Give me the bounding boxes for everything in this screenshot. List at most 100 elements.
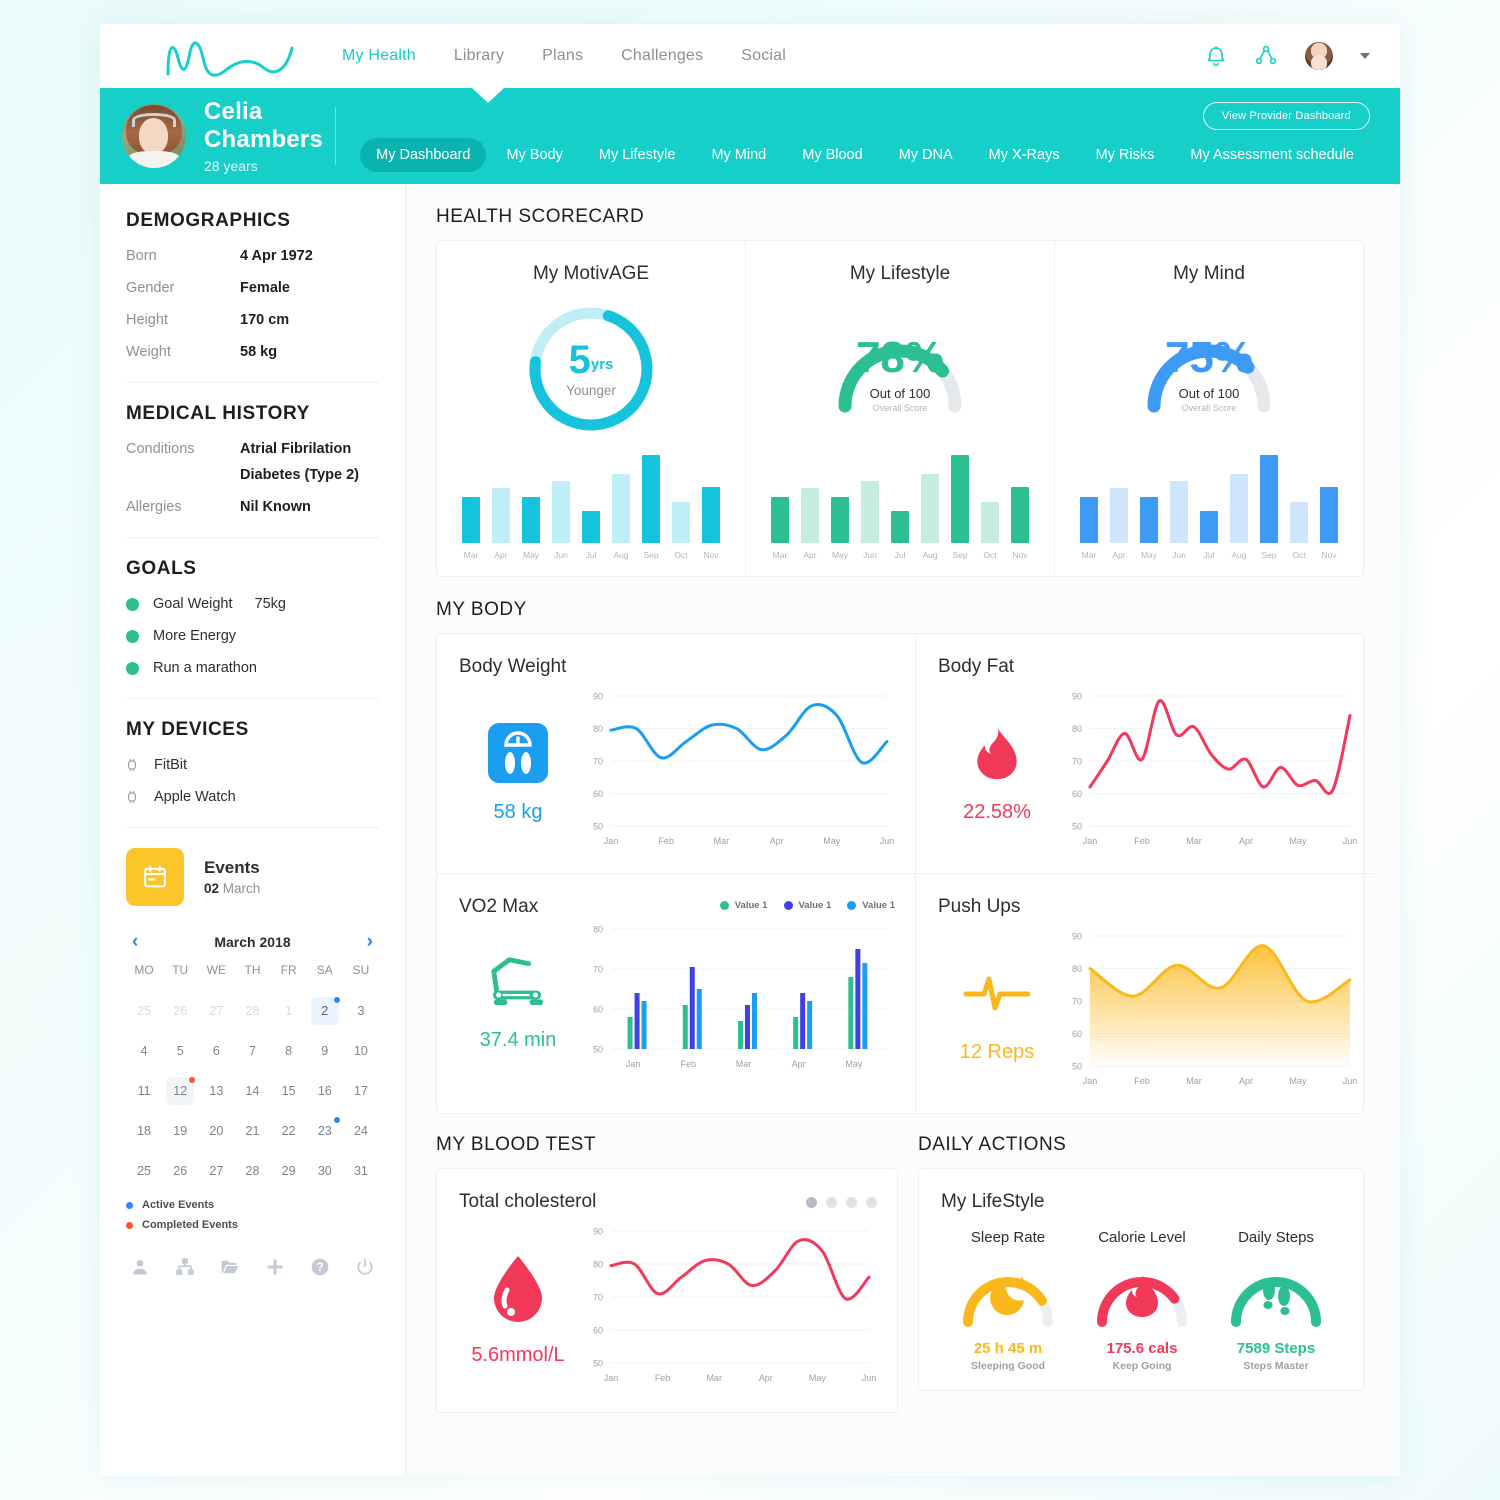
pager-dot[interactable]	[806, 1196, 817, 1208]
device-item-fitbit[interactable]: FitBit	[126, 757, 379, 773]
calendar-day[interactable]: 23	[307, 1111, 343, 1151]
nav-library[interactable]: Library	[454, 47, 504, 65]
tab-my-mind[interactable]: My Mind	[695, 138, 782, 172]
tab-my-dna[interactable]: My DNA	[883, 138, 969, 172]
sitemap-icon[interactable]	[175, 1257, 195, 1277]
pager-dot[interactable]	[866, 1196, 877, 1208]
divider	[126, 827, 379, 828]
user-icon[interactable]	[130, 1257, 150, 1277]
header-actions	[1204, 41, 1370, 71]
calendar-day[interactable]: 14	[234, 1071, 270, 1111]
bar	[921, 474, 939, 543]
calendar-day[interactable]: 18	[126, 1111, 162, 1151]
calendar-day[interactable]: 25	[126, 1151, 162, 1191]
calendar-day[interactable]: 29	[271, 1151, 307, 1191]
device-item-apple-watch[interactable]: Apple Watch	[126, 789, 379, 805]
daily-actions-section: DAILY ACTIONS My LifeStyle Sleep Rate 25…	[918, 1134, 1364, 1413]
calendar-next-button[interactable]: ›	[367, 932, 373, 951]
calendar-day[interactable]: 28	[234, 1151, 270, 1191]
tab-my-dashboard[interactable]: My Dashboard	[360, 138, 487, 172]
svg-text:80: 80	[1072, 964, 1082, 974]
x-tick-label: May	[831, 550, 849, 560]
nav-plans[interactable]: Plans	[542, 47, 583, 65]
calendar-day[interactable]: 28	[234, 991, 270, 1031]
calendar-icon	[126, 848, 184, 906]
calendar-day[interactable]: 22	[271, 1111, 307, 1151]
calendar-day[interactable]: 8	[271, 1031, 307, 1071]
power-icon[interactable]	[355, 1257, 375, 1277]
my-devices-heading: MY DEVICES	[126, 719, 249, 740]
calendar-day[interactable]: 1	[271, 991, 307, 1031]
daily-actions-heading: DAILY ACTIONS	[918, 1134, 1067, 1155]
events-date-month: March	[222, 881, 261, 896]
goal-label: More Energy	[153, 628, 237, 644]
calendar-day[interactable]: 16	[307, 1071, 343, 1111]
share-icon[interactable]	[1254, 44, 1278, 68]
plus-icon[interactable]	[265, 1257, 285, 1277]
legend-item[interactable]: Value 1	[783, 900, 831, 911]
tab-my-assessment-schedule[interactable]: My Assessment schedule	[1174, 138, 1370, 172]
weekday-label: SU	[352, 963, 370, 977]
x-tick-label: May	[1140, 550, 1158, 560]
calendar-day[interactable]: 24	[343, 1111, 379, 1151]
calendar-day[interactable]: 5	[162, 1031, 198, 1071]
nav-social[interactable]: Social	[741, 47, 786, 65]
sub-nav: My Dashboard My Body My Lifestyle My Min…	[360, 138, 1370, 172]
folder-icon[interactable]	[220, 1257, 240, 1277]
svg-text:70: 70	[593, 1293, 603, 1303]
calendar-day[interactable]: 25	[126, 991, 162, 1031]
calendar-day[interactable]: 10	[343, 1031, 379, 1071]
calendar-day[interactable]: 15	[271, 1071, 307, 1111]
calendar-day[interactable]: 6	[198, 1031, 234, 1071]
calendar-day[interactable]: 27	[198, 1151, 234, 1191]
view-provider-dashboard-button[interactable]: View Provider Dashboard	[1202, 102, 1370, 130]
bar	[981, 502, 999, 543]
tab-my-xrays[interactable]: My X-Rays	[973, 138, 1076, 172]
legend-item[interactable]: Value 1	[719, 900, 768, 911]
calendar-day[interactable]: 20	[198, 1111, 234, 1151]
nav-my-health[interactable]: My Health	[342, 47, 416, 65]
calendar-day[interactable]: 31	[343, 1151, 379, 1191]
calendar-day[interactable]: 30	[307, 1151, 343, 1191]
calendar-day[interactable]: 26	[162, 991, 198, 1031]
help-icon[interactable]: ?	[310, 1257, 330, 1277]
weekday-label: TU	[172, 963, 189, 977]
metric-sub: Sleeping Good	[970, 1360, 1046, 1372]
calendar-day[interactable]: 7	[234, 1031, 270, 1071]
bell-icon[interactable]	[1204, 44, 1228, 68]
pager-dot[interactable]	[826, 1196, 837, 1208]
calendar-day[interactable]: 4	[126, 1031, 162, 1071]
event-dot-icon	[333, 997, 340, 1003]
pager-dots[interactable]	[806, 1196, 877, 1208]
x-tick-label: Apr	[1112, 550, 1126, 560]
calendar-day[interactable]: 9	[307, 1031, 343, 1071]
lifestyle-panel-title: My LifeStyle	[941, 1191, 1045, 1212]
calendar-prev-button[interactable]: ‹	[132, 932, 138, 951]
calendar-day[interactable]: 17	[343, 1071, 379, 1111]
calendar-day[interactable]: 3	[343, 991, 379, 1031]
tab-my-risks[interactable]: My Risks	[1080, 138, 1171, 172]
my-body-cards: Body Weight 58 kg 50 60 70 80 90 Jan Feb…	[436, 633, 1378, 1114]
goal-label: Run a marathon	[153, 660, 257, 676]
wave-logo[interactable]	[160, 34, 300, 78]
tab-my-body[interactable]: My Body	[490, 138, 578, 172]
x-tick-label: Sep	[643, 550, 659, 560]
calendar-day[interactable]: 13	[198, 1071, 234, 1111]
svg-text:Jun: Jun	[880, 836, 895, 846]
calendar-day[interactable]: 27	[198, 991, 234, 1031]
calendar-day[interactable]: 2	[307, 991, 343, 1031]
legend-item[interactable]: Value 1	[847, 900, 895, 911]
profile-avatar[interactable]	[122, 104, 186, 168]
calendar-day[interactable]: 11	[126, 1071, 162, 1111]
tab-my-blood[interactable]: My Blood	[786, 138, 878, 172]
calendar-day[interactable]: 26	[162, 1151, 198, 1191]
pager-dot[interactable]	[846, 1196, 857, 1208]
avatar[interactable]	[1304, 41, 1334, 71]
nav-challenges[interactable]: Challenges	[621, 47, 703, 65]
calendar-day[interactable]: 19	[162, 1111, 198, 1151]
calendar-day[interactable]: 12	[162, 1071, 198, 1111]
chevron-down-icon[interactable]	[1360, 53, 1370, 59]
svg-text:90: 90	[593, 692, 603, 702]
tab-my-lifestyle[interactable]: My Lifestyle	[583, 138, 692, 172]
calendar-day[interactable]: 21	[234, 1111, 270, 1151]
